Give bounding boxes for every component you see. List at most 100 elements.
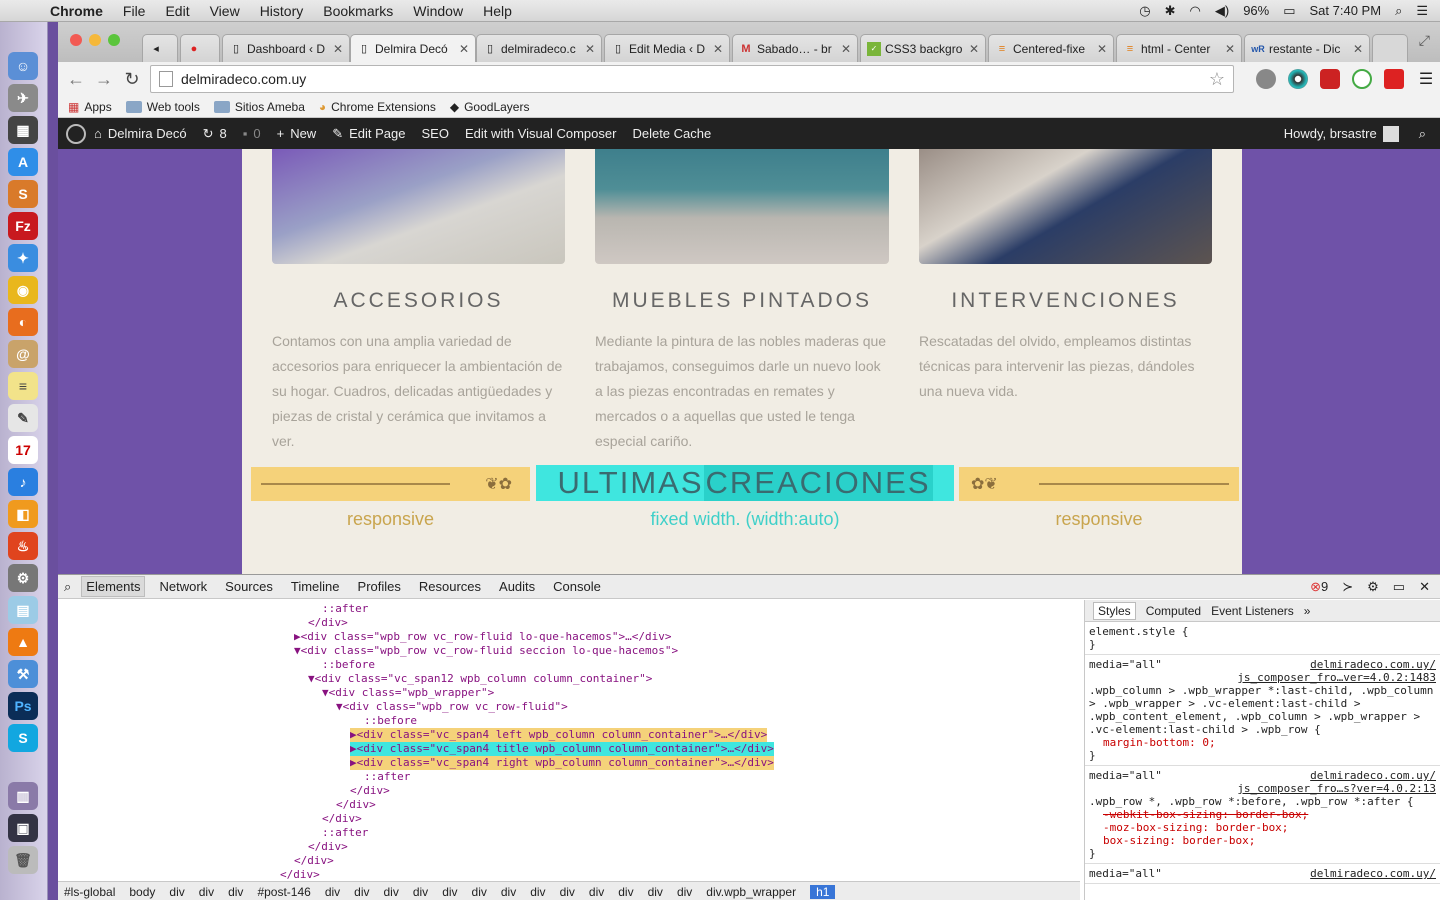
tab-pinned-audio[interactable]: ◂ [142, 34, 178, 62]
console-drawer-icon[interactable]: ≻ [1342, 579, 1353, 595]
tab-delmiradeco-url[interactable]: ▯ delmiradeco.c ✕ [476, 34, 602, 62]
tab-delmira-deco[interactable]: ▯ Delmira Decó ✕ [350, 34, 476, 62]
sofa-extension-icon[interactable] [1320, 69, 1340, 89]
dom-node[interactable]: ▶<div class="wpb_row vc_row-fluid lo-que… [58, 630, 1080, 644]
close-tab-icon[interactable]: ✕ [585, 42, 595, 56]
breadcrumb-item[interactable]: div [442, 885, 457, 899]
bookmark-apps[interactable]: ▦ Apps [68, 100, 112, 114]
address-bar[interactable]: delmiradeco.com.uy ☆ [150, 65, 1234, 93]
wp-seo[interactable]: SEO [413, 126, 456, 141]
notification-center-icon[interactable]: ☰ [1416, 3, 1428, 19]
search-icon[interactable]: ⌕ [1419, 126, 1426, 142]
wp-visual-composer[interactable]: Edit with Visual Composer [457, 126, 625, 141]
tab-centered-fixed[interactable]: ≡ Centered-fixe ✕ [988, 34, 1114, 62]
back-arrow-icon[interactable]: ← [62, 69, 90, 90]
recycle-icon[interactable] [1352, 69, 1372, 89]
tab-pinned-tomato[interactable]: ● [180, 34, 220, 62]
wifi-icon[interactable]: ◠ [1190, 3, 1201, 19]
menu-bookmarks[interactable]: Bookmarks [313, 3, 403, 19]
dom-node[interactable]: </div> [58, 868, 1080, 881]
reload-icon[interactable]: ↻ [118, 69, 146, 90]
textedit-icon[interactable]: ✎ [8, 404, 38, 432]
color-picker-icon[interactable] [1288, 69, 1308, 89]
rule-property[interactable]: box-sizing: border-box; [1089, 834, 1436, 847]
muebles-image[interactable] [595, 149, 889, 264]
filezilla-icon[interactable]: Fz [8, 212, 38, 240]
menu-window[interactable]: Window [403, 3, 473, 19]
dom-node[interactable]: </div> [58, 798, 1080, 812]
finder-icon[interactable]: ☺ [8, 52, 38, 80]
breadcrumb-item[interactable]: div [677, 885, 692, 899]
dom-node[interactable]: ▼<div class="wpb_row vc_row-fluid seccio… [58, 644, 1080, 658]
dom-node[interactable]: ▼<div class="wpb_wrapper"> [58, 686, 1080, 700]
close-tab-icon[interactable]: ✕ [1097, 42, 1107, 56]
menu-edit[interactable]: Edit [155, 3, 199, 19]
dom-node[interactable]: ▼<div class="wpb_row vc_row-fluid"> [58, 700, 1080, 714]
wp-delete-cache[interactable]: Delete Cache [624, 126, 719, 141]
dom-node[interactable]: </div> [58, 840, 1080, 854]
menu-history[interactable]: History [250, 3, 314, 19]
close-window-button[interactable] [70, 34, 82, 46]
rule-property[interactable]: margin-bottom: 0; [1089, 736, 1436, 749]
wp-comments[interactable]: ▪ 0 [235, 126, 269, 141]
lastpass-icon[interactable] [1384, 69, 1404, 89]
dom-node[interactable]: ::after [58, 770, 1080, 784]
close-tab-icon[interactable]: ✕ [333, 42, 343, 56]
dom-node[interactable]: ▶<div class="vc_span4 right wpb_column c… [58, 756, 1080, 770]
firefox-icon[interactable]: ◐ [8, 308, 38, 336]
breadcrumb-item[interactable]: div.wpb_wrapper [706, 885, 796, 899]
dom-node[interactable]: ▼<div class="vc_span12 wpb_column column… [58, 672, 1080, 686]
breadcrumb-item[interactable]: #ls-global [64, 885, 115, 899]
rule-source-link[interactable]: delmiradeco.com.uy/ [1310, 658, 1436, 671]
breadcrumb-item[interactable]: div [648, 885, 663, 899]
calendar-icon[interactable]: 17 [8, 436, 38, 464]
forward-arrow-icon[interactable]: → [90, 69, 118, 90]
bookmark-goodlayers[interactable]: ◆ GoodLayers [450, 100, 530, 114]
bluetooth-icon[interactable]: ✱ [1165, 3, 1176, 19]
notes-icon[interactable]: ≡ [8, 372, 38, 400]
tab-event-listeners[interactable]: Event Listeners [1211, 604, 1294, 618]
dom-node[interactable]: </div> [58, 812, 1080, 826]
menu-file[interactable]: File [113, 3, 156, 19]
bookmark-star-icon[interactable]: ☆ [1209, 69, 1225, 90]
breadcrumb-item[interactable]: div [354, 885, 369, 899]
wp-account[interactable]: Howdy, brsastre ⌕ [1284, 125, 1440, 142]
rule-source-link[interactable]: delmiradeco.com.uy/ [1310, 769, 1436, 782]
breadcrumb-item[interactable]: div [560, 885, 575, 899]
breadcrumb-item[interactable]: div [501, 885, 516, 899]
skype-icon[interactable]: S [8, 724, 38, 752]
wp-edit-page[interactable]: ✎ Edit Page [324, 126, 413, 142]
css-rule[interactable]: delmiradeco.com.uy/media="all" [1085, 864, 1440, 884]
itunes-icon[interactable]: ♪ [8, 468, 38, 496]
tab-profiles[interactable]: Profiles [354, 577, 405, 596]
error-count[interactable]: ⊗9 [1310, 579, 1328, 595]
xcode-icon[interactable]: ⚒ [8, 660, 38, 688]
tab-dashboard[interactable]: ▯ Dashboard ‹ D ✕ [222, 34, 350, 62]
tab-resources[interactable]: Resources [415, 577, 485, 596]
tab-html-center[interactable]: ≡ html - Center ✕ [1116, 34, 1242, 62]
dom-node[interactable]: </div> [58, 784, 1080, 798]
settings-gear-icon[interactable]: ⚙ [1367, 579, 1379, 595]
tab-edit-media[interactable]: ▯ Edit Media ‹ D ✕ [604, 34, 730, 62]
breadcrumb-item[interactable]: div [228, 885, 243, 899]
breadcrumb-item[interactable]: div [530, 885, 545, 899]
dom-node[interactable]: ::before [58, 714, 1080, 728]
dom-node[interactable]: ::before [58, 658, 1080, 672]
tab-css3-background[interactable]: ✓ CSS3 backgro ✕ [860, 34, 986, 62]
tab-timeline[interactable]: Timeline [287, 577, 344, 596]
menu-app-chrome[interactable]: Chrome [40, 3, 113, 19]
menu-view[interactable]: View [200, 3, 250, 19]
trash-icon[interactable]: 🗑 [8, 846, 38, 874]
close-tab-icon[interactable]: ✕ [841, 42, 851, 56]
rule-source-file[interactable]: js_composer_fro…s?ver=4.0.2:13 [1089, 782, 1436, 795]
intervenciones-image[interactable] [919, 149, 1212, 264]
breadcrumb-item[interactable]: body [129, 885, 155, 899]
dom-node[interactable]: ::after [58, 602, 1080, 616]
breadcrumb-item[interactable]: div [618, 885, 633, 899]
dom-node[interactable]: ▶<div class="vc_span4 title wpb_column c… [58, 742, 1080, 756]
tab-sources[interactable]: Sources [221, 577, 277, 596]
safari-icon[interactable]: ✦ [8, 244, 38, 272]
tab-gmail[interactable]: M Sabado… - br ✕ [732, 34, 858, 62]
dom-node[interactable]: ::after [58, 826, 1080, 840]
breadcrumb-item[interactable]: div [325, 885, 340, 899]
